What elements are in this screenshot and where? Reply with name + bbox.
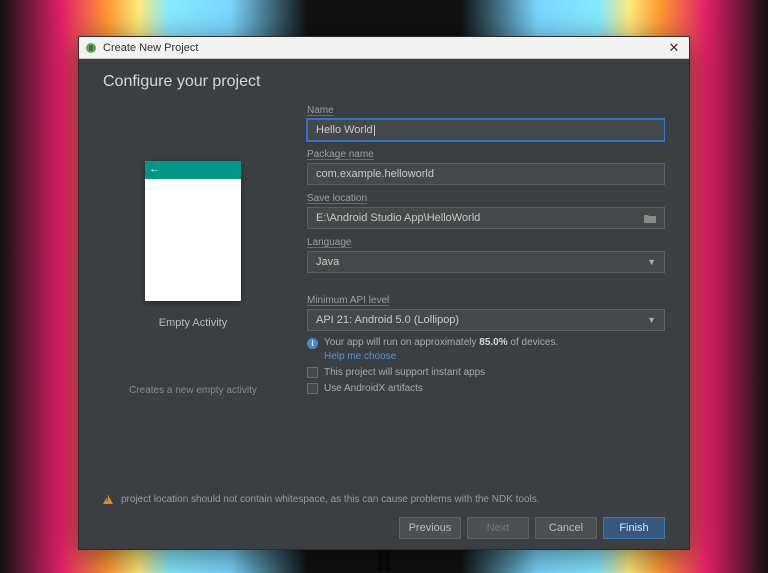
template-preview-panel: ← Empty Activity Creates a new empty act…: [103, 101, 283, 486]
androidx-checkbox[interactable]: [307, 383, 318, 394]
language-label: Language: [307, 237, 665, 248]
next-button: Next: [467, 517, 529, 539]
save-location-input[interactable]: E:\Android Studio App\HelloWorld: [307, 207, 665, 229]
finish-button[interactable]: Finish: [603, 517, 665, 539]
package-input[interactable]: com.example.helloworld: [307, 163, 665, 185]
close-icon[interactable]: ✕: [665, 39, 683, 57]
name-label: Name: [307, 105, 665, 116]
window-title: Create New Project: [103, 42, 198, 54]
help-me-choose-link[interactable]: Help me choose: [324, 351, 665, 362]
package-label: Package name: [307, 149, 665, 160]
warning-message: project location should not contain whit…: [103, 492, 665, 507]
api-level-select[interactable]: API 21: Android 5.0 (Lollipop) ▼: [307, 309, 665, 331]
instant-apps-label: This project will support instant apps: [324, 367, 485, 378]
device-coverage-info: i Your app will run on approximately 85.…: [307, 337, 665, 349]
language-select[interactable]: Java ▼: [307, 251, 665, 273]
dialog-window: Create New Project ✕ Configure your proj…: [78, 36, 690, 550]
androidx-label: Use AndroidX artifacts: [324, 383, 423, 394]
template-description: Creates a new empty activity: [129, 385, 257, 396]
api-level-label: Minimum API level: [307, 295, 665, 306]
chevron-down-icon: ▼: [647, 315, 656, 325]
android-studio-icon: [85, 42, 97, 54]
warning-icon: [103, 495, 113, 504]
dialog-content: Configure your project ← Empty Activity …: [79, 59, 689, 549]
page-title: Configure your project: [103, 73, 665, 91]
browse-folder-icon[interactable]: [642, 211, 658, 225]
form-panel: Name Hello World Package name com.exampl…: [307, 101, 665, 486]
template-preview: ←: [145, 161, 241, 301]
save-location-label: Save location: [307, 193, 665, 204]
name-input[interactable]: Hello World: [307, 119, 665, 141]
button-bar: Previous Next Cancel Finish: [103, 507, 665, 543]
info-icon: i: [307, 338, 318, 349]
template-name: Empty Activity: [159, 317, 227, 329]
back-arrow-icon: ←: [149, 163, 160, 175]
cancel-button[interactable]: Cancel: [535, 517, 597, 539]
chevron-down-icon: ▼: [647, 257, 656, 267]
previous-button[interactable]: Previous: [399, 517, 461, 539]
instant-apps-checkbox[interactable]: [307, 367, 318, 378]
titlebar[interactable]: Create New Project ✕: [79, 37, 689, 59]
